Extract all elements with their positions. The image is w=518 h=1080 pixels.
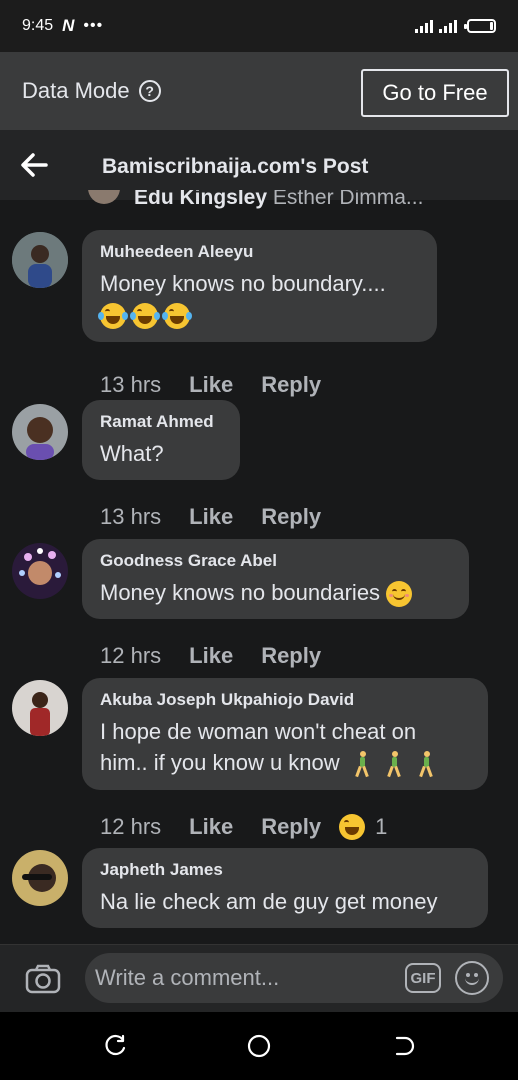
comment-author[interactable]: Ramat Ahmed	[100, 412, 222, 432]
comment-input[interactable]	[95, 965, 395, 991]
comment-text: I hope de woman won't cheat on him.. if …	[100, 716, 470, 778]
comment-text: Money knows no boundary....	[98, 268, 419, 330]
go-to-free-button[interactable]: Go to Free	[361, 69, 509, 117]
avatar[interactable]	[12, 543, 68, 599]
comment-author[interactable]: Goodness Grace Abel	[100, 551, 451, 571]
peek-author[interactable]: Edu Kingsley	[134, 190, 267, 209]
more-notifications-icon: •••	[83, 17, 104, 34]
reaction-summary[interactable]: 1	[339, 814, 387, 840]
walking-person-emoji-icon	[354, 751, 372, 778]
help-icon[interactable]: ?	[138, 80, 161, 102]
laughing-emoji-icon	[98, 303, 128, 330]
status-indicators	[415, 19, 496, 33]
smiling-emoji-icon	[386, 581, 413, 608]
avatar[interactable]	[12, 680, 68, 736]
comment-actions: 12 hrs Like Reply 1	[100, 814, 387, 840]
gif-icon[interactable]: GIF	[405, 963, 441, 993]
camera-icon[interactable]	[25, 964, 61, 994]
back-arrow-icon[interactable]	[20, 152, 48, 178]
comment-text: Money knows no boundaries	[100, 577, 451, 608]
comment-text: Na lie check am de guy get money	[100, 889, 438, 914]
comment-time[interactable]: 12 hrs	[100, 814, 161, 840]
comment-actions: 12 hrs Like Reply	[100, 643, 321, 669]
comment-input-container[interactable]: GIF	[85, 953, 503, 1003]
peek-comment: Edu Kingsley Esther Dimma...	[134, 190, 423, 210]
app-notification-icon: N	[62, 16, 75, 35]
emoji-picker-icon[interactable]	[455, 961, 489, 995]
like-button[interactable]: Like	[189, 643, 233, 669]
signal-icon-secondary	[439, 19, 457, 33]
comment-time[interactable]: 12 hrs	[100, 643, 161, 669]
laughing-emoji-icon	[162, 303, 193, 330]
recent-apps-icon[interactable]	[103, 1034, 127, 1058]
reply-button[interactable]: Reply	[261, 372, 321, 398]
home-icon[interactable]	[247, 1034, 271, 1058]
system-navigation-bar	[0, 1012, 518, 1080]
like-button[interactable]: Like	[189, 372, 233, 398]
avatar[interactable]	[12, 850, 68, 906]
comment-composer: GIF	[0, 944, 518, 1012]
reply-button[interactable]: Reply	[261, 814, 321, 840]
comment-author[interactable]: Japheth James	[100, 860, 470, 880]
laughing-reaction-icon	[339, 814, 366, 840]
comment-author[interactable]: Muheedeen Aleeyu	[100, 242, 419, 262]
like-button[interactable]: Like	[189, 504, 233, 530]
comment-text-body: Money knows no boundary....	[100, 271, 386, 296]
walking-person-emoji-icon	[418, 751, 436, 778]
page-title: Bamiscribnaija.com's Post	[102, 155, 369, 178]
reply-button[interactable]: Reply	[261, 643, 321, 669]
battery-icon	[464, 19, 496, 33]
signal-icon	[415, 19, 433, 33]
data-mode-bar: Data Mode ? Go to Free	[0, 52, 518, 130]
comment-time[interactable]: 13 hrs	[100, 504, 161, 530]
avatar[interactable]	[88, 190, 120, 204]
comment-text: What?	[100, 441, 164, 466]
laughing-emoji-icon	[130, 303, 161, 330]
comment-author[interactable]: Akuba Joseph Ukpahiojo David	[100, 690, 470, 710]
comment-actions: 13 hrs Like Reply	[100, 372, 321, 398]
previous-comment-peek: Edu Kingsley Esther Dimma...	[0, 190, 518, 212]
comment-text-line: him.. if you know u know	[100, 750, 340, 775]
comment-bubble: Muheedeen Aleeyu Money knows no boundary…	[82, 230, 437, 342]
peek-text: Esther Dimma...	[272, 190, 424, 209]
reply-button[interactable]: Reply	[261, 504, 321, 530]
like-button[interactable]: Like	[189, 814, 233, 840]
comment-bubble: Ramat Ahmed What?	[82, 400, 240, 480]
status-time: 9:45	[22, 17, 54, 34]
comment-text-line: I hope de woman won't cheat on	[100, 719, 417, 744]
avatar[interactable]	[12, 232, 68, 288]
comment-actions: 13 hrs Like Reply	[100, 504, 321, 530]
comment-bubble: Japheth James Na lie check am de guy get…	[82, 848, 488, 928]
reaction-count: 1	[375, 814, 388, 839]
walking-person-emoji-icon	[386, 751, 404, 778]
status-bar: 9:45 N •••	[0, 0, 518, 52]
avatar[interactable]	[12, 404, 68, 460]
comment-text-body: Money knows no boundaries	[100, 580, 381, 605]
comment-bubble: Akuba Joseph Ukpahiojo David I hope de w…	[82, 678, 488, 790]
back-nav-icon[interactable]	[391, 1034, 415, 1058]
comment-bubble: Goodness Grace Abel Money knows no bound…	[82, 539, 469, 619]
comment-time[interactable]: 13 hrs	[100, 372, 161, 398]
data-mode-label: Data Mode	[22, 78, 130, 103]
